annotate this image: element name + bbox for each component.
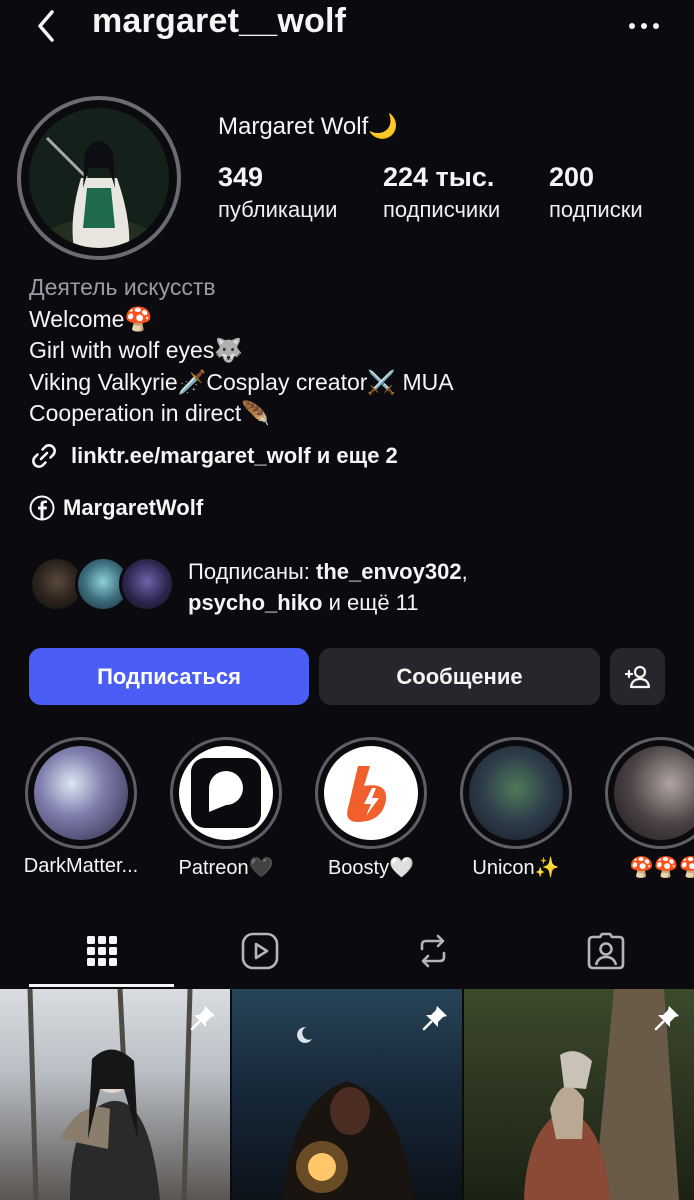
stat-followers-value: 224 тыс. xyxy=(383,162,495,192)
bio-link[interactable]: linktr.ee/margaret_wolf и еще 2 xyxy=(29,440,398,472)
profile-avatar[interactable] xyxy=(29,108,169,248)
highlight-label: Unicon✨ xyxy=(472,857,560,879)
boosty-logo-icon xyxy=(347,766,387,822)
follow-button[interactable]: Подписаться xyxy=(29,648,309,705)
avatar-photo xyxy=(29,108,169,248)
add-person-button[interactable] xyxy=(610,648,665,705)
bio-line: Cooperation in direct🪶 xyxy=(29,400,270,426)
stat-following-value: 200 xyxy=(549,162,595,192)
post-thumbnail[interactable] xyxy=(464,989,694,1200)
highlight-label: Boosty🤍 xyxy=(327,857,415,879)
mutual-user[interactable]: psycho_hiko xyxy=(188,590,322,615)
stat-followers-label: подписчики xyxy=(383,197,501,222)
profile-tabs xyxy=(0,920,694,988)
facebook-link[interactable]: MargaretWolf xyxy=(29,493,203,523)
stat-posts[interactable]: 349 публикации xyxy=(218,162,337,223)
message-button[interactable]: Сообщение xyxy=(319,648,600,705)
profile-bio: Деятель искусств Welcome🍄 Girl with wolf… xyxy=(29,272,669,430)
bio-link-text: linktr.ee/margaret_wolf и еще 2 xyxy=(71,443,398,468)
highlight-patreon[interactable] xyxy=(170,737,282,849)
facebook-text: MargaretWolf xyxy=(63,495,204,520)
highlight-unicon[interactable] xyxy=(460,737,572,849)
facebook-icon xyxy=(29,495,55,521)
highlight-mushrooms[interactable] xyxy=(605,737,694,849)
highlight-boosty[interactable] xyxy=(315,737,427,849)
stat-posts-value: 349 xyxy=(218,162,264,192)
tab-tagged[interactable] xyxy=(519,920,692,982)
more-horizontal-icon xyxy=(629,23,659,29)
more-options-button[interactable] xyxy=(624,6,664,46)
tab-grid[interactable] xyxy=(15,920,188,982)
bio-line: Viking Valkyrie🗡️Cosplay creator⚔️ MUA xyxy=(29,368,454,395)
display-name: Margaret Wolf🌙 xyxy=(218,113,399,140)
mutual-avatar xyxy=(119,556,175,612)
link-icon xyxy=(32,444,56,468)
tagged-icon xyxy=(587,932,624,970)
highlight-cover xyxy=(34,746,128,840)
profile-username: margaret__wolf xyxy=(92,2,347,40)
pin-icon xyxy=(654,1006,679,1031)
highlight-darkmatter[interactable] xyxy=(25,737,137,849)
tab-reposts[interactable] xyxy=(346,920,519,982)
pin-icon xyxy=(422,1006,447,1031)
post-thumbnail[interactable] xyxy=(0,989,230,1200)
stat-posts-label: публикации xyxy=(218,197,338,222)
stat-following-label: подписки xyxy=(549,197,643,222)
highlight-cover xyxy=(469,746,563,840)
posts-grid xyxy=(0,989,694,1200)
active-tab-indicator xyxy=(29,984,174,987)
reposts-icon xyxy=(420,934,445,968)
grid-icon xyxy=(86,936,117,966)
mutual-prefix: Подписаны: xyxy=(188,559,317,584)
chevron-left-icon xyxy=(38,10,54,42)
pin-icon xyxy=(190,1006,215,1031)
mutual-separator: , xyxy=(461,559,468,584)
post-thumbnail[interactable] xyxy=(232,989,462,1200)
highlight-label: 🍄🍄🍄 xyxy=(629,857,694,879)
back-button[interactable] xyxy=(28,6,68,46)
highlight-cover xyxy=(324,746,418,840)
stat-following[interactable]: 200 подписки xyxy=(549,162,643,223)
stat-followers[interactable]: 224 тыс. подписчики xyxy=(383,162,500,223)
patreon-logo-icon xyxy=(191,758,261,828)
mutual-suffix: и ещё 11 xyxy=(322,590,419,615)
highlight-label: DarkMatter... xyxy=(23,855,139,877)
bio-line: Welcome🍄 xyxy=(29,305,154,332)
add-person-icon xyxy=(624,665,650,688)
mutual-followers-text: Подписаны: the_envoy302, psycho_hiko и е… xyxy=(188,556,548,618)
highlight-cover xyxy=(179,746,273,840)
reels-icon xyxy=(241,932,278,970)
tab-reels[interactable] xyxy=(173,920,346,982)
bio-line: Girl with wolf eyes🐺 xyxy=(29,337,243,363)
highlight-label: Patreon🖤 xyxy=(178,857,274,879)
profile-header: margaret__wolf xyxy=(0,0,694,56)
mutual-user[interactable]: the_envoy302 xyxy=(316,559,462,584)
bio-category: Деятель искусств xyxy=(29,274,216,300)
